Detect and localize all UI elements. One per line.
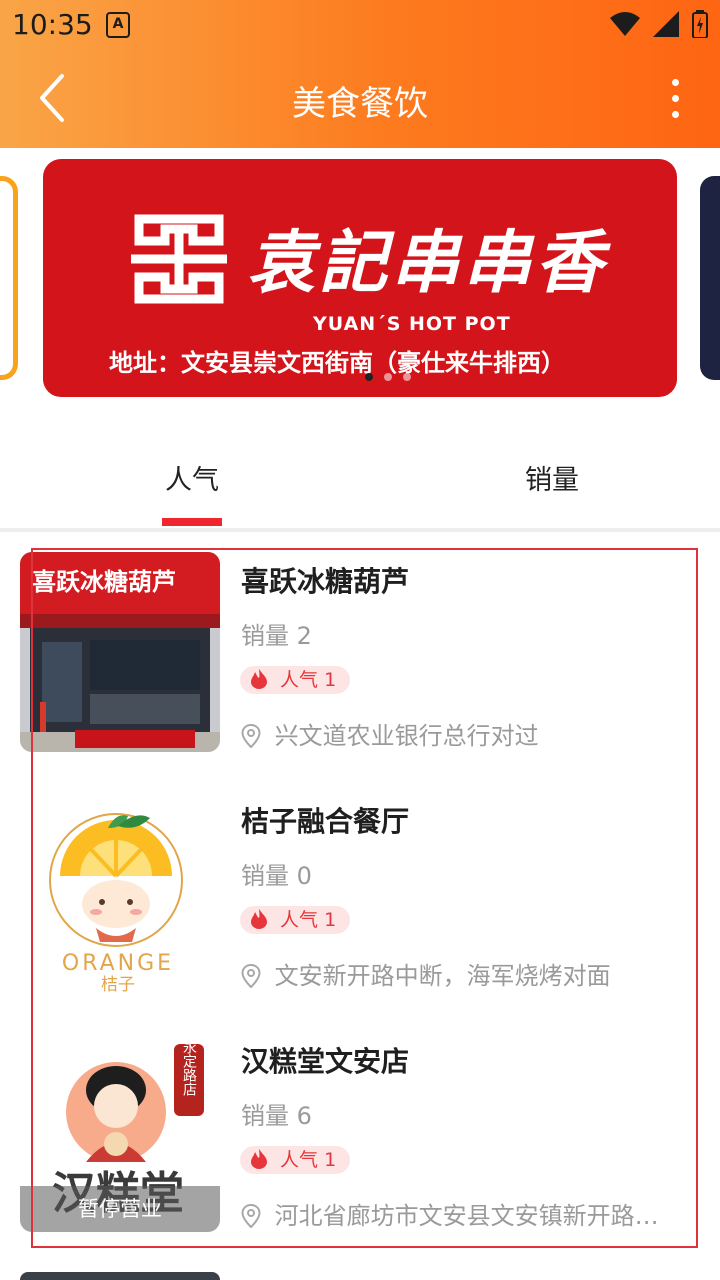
store-address: 兴文道农业银行总行对过 bbox=[241, 716, 681, 751]
section-divider bbox=[0, 528, 720, 532]
signal-icon bbox=[652, 11, 679, 37]
logo-subtext: 桔子 bbox=[101, 975, 135, 992]
prev-banner-peek[interactable] bbox=[0, 176, 18, 380]
store-thumbnail bbox=[20, 1272, 220, 1280]
list-item[interactable]: 永定路店 汉糕堂 暂停营业 汉糕堂文安店 销量 6 人气 1 河北省廊坊市文安县… bbox=[0, 1032, 720, 1232]
more-options-button[interactable] bbox=[660, 74, 690, 122]
store-address: 河北省廊坊市文安县文安镇新开路… bbox=[241, 1196, 681, 1231]
store-address-text: 河北省廊坊市文安县文安镇新开路… bbox=[274, 1202, 659, 1230]
status-bar: 10:35 A bbox=[0, 0, 720, 50]
banner-yuanji-hotpot[interactable]: 袁記串串香 YUAN´S HOT POT 地址：文安县崇文西街南（豪仕来牛排西） bbox=[43, 159, 677, 397]
status-time: 10:35 bbox=[12, 8, 93, 41]
store-sales: 销量 2 bbox=[241, 622, 312, 650]
store-thumbnail: 永定路店 汉糕堂 暂停营业 bbox=[20, 1032, 220, 1232]
location-pin-icon bbox=[241, 1203, 261, 1229]
list-item[interactable]: ORANGE 桔子 桔子融合餐厅 销量 0 人气 1 文安新开路中断，海军烧烤对… bbox=[0, 792, 720, 992]
app-bar: 10:35 A 美食餐饮 bbox=[0, 0, 720, 148]
popularity-badge: 人气 1 bbox=[240, 1146, 351, 1174]
location-pin-icon bbox=[241, 963, 261, 989]
more-dot-icon bbox=[671, 95, 679, 102]
flame-icon bbox=[251, 669, 267, 689]
active-tab-indicator bbox=[162, 518, 222, 526]
carousel-dot bbox=[384, 373, 393, 381]
store-address: 文安新开路中断，海军烧烤对面 bbox=[241, 956, 681, 991]
store-thumbnail: ORANGE 桔子 bbox=[20, 792, 220, 992]
more-dot-icon bbox=[671, 111, 679, 118]
stamp-text: 永定路店 bbox=[181, 1040, 197, 1096]
store-address-text: 兴文道农业银行总行对过 bbox=[274, 722, 539, 750]
store-sales: 销量 0 bbox=[241, 862, 312, 890]
logo-text: ORANGE bbox=[62, 951, 174, 976]
next-banner-peek[interactable] bbox=[700, 176, 720, 380]
popularity-text: 人气 1 bbox=[280, 909, 337, 931]
banner-carousel[interactable]: 袁記串串香 YUAN´S HOT POT 地址：文安县崇文西街南（豪仕来牛排西） bbox=[0, 148, 720, 418]
brand-english-name: YUAN´S HOT POT bbox=[313, 313, 511, 335]
brand-chinese-name: 袁記串串香 bbox=[247, 223, 608, 303]
banner-address: 地址：文安县崇文西街南（豪仕来牛排西） bbox=[109, 349, 565, 377]
sign-text: 喜跃冰糖葫芦 bbox=[32, 568, 176, 596]
popularity-text: 人气 1 bbox=[280, 1149, 337, 1171]
carousel-dot bbox=[365, 373, 373, 381]
store-thumbnail: 喜跃冰糖葫芦 bbox=[20, 552, 220, 752]
popularity-text: 人气 1 bbox=[280, 669, 337, 691]
wifi-icon bbox=[609, 12, 640, 36]
tab-popularity[interactable]: 人气 bbox=[165, 458, 219, 497]
flame-icon bbox=[251, 909, 267, 929]
orange-logo-image: ORANGE 桔子 bbox=[20, 792, 220, 992]
store-name: 喜跃冰糖葫芦 bbox=[241, 565, 410, 598]
store-name: 汉糕堂文安店 bbox=[241, 1045, 410, 1078]
closed-tag: 暂停营业 bbox=[20, 1186, 220, 1232]
list-item[interactable] bbox=[0, 1272, 720, 1280]
location-pin-icon bbox=[241, 723, 261, 749]
popularity-badge: 人气 1 bbox=[240, 666, 351, 694]
list-item[interactable]: 喜跃冰糖葫芦 喜跃冰糖葫芦 销量 2 人气 1 兴文道农业银行总行对过 bbox=[0, 552, 720, 752]
popularity-badge: 人气 1 bbox=[240, 906, 351, 934]
storefront-image: 喜跃冰糖葫芦 bbox=[20, 552, 220, 752]
store-sales: 销量 6 bbox=[241, 1102, 312, 1130]
tab-sales[interactable]: 销量 bbox=[525, 458, 579, 497]
page-title: 美食餐饮 bbox=[292, 84, 428, 124]
system-icons bbox=[602, 10, 708, 40]
notification-icon: A bbox=[106, 12, 130, 38]
store-name: 桔子融合餐厅 bbox=[241, 805, 410, 838]
battery-icon bbox=[692, 10, 708, 38]
more-dot-icon bbox=[671, 79, 679, 86]
sort-tabs: 人气 销量 bbox=[0, 418, 720, 530]
carousel-dot bbox=[403, 373, 412, 381]
carousel-dots bbox=[365, 366, 417, 385]
store-address-text: 文安新开路中断，海军烧烤对面 bbox=[274, 962, 611, 990]
flame-icon bbox=[251, 1149, 267, 1169]
yuanji-logo-icon bbox=[131, 214, 227, 304]
